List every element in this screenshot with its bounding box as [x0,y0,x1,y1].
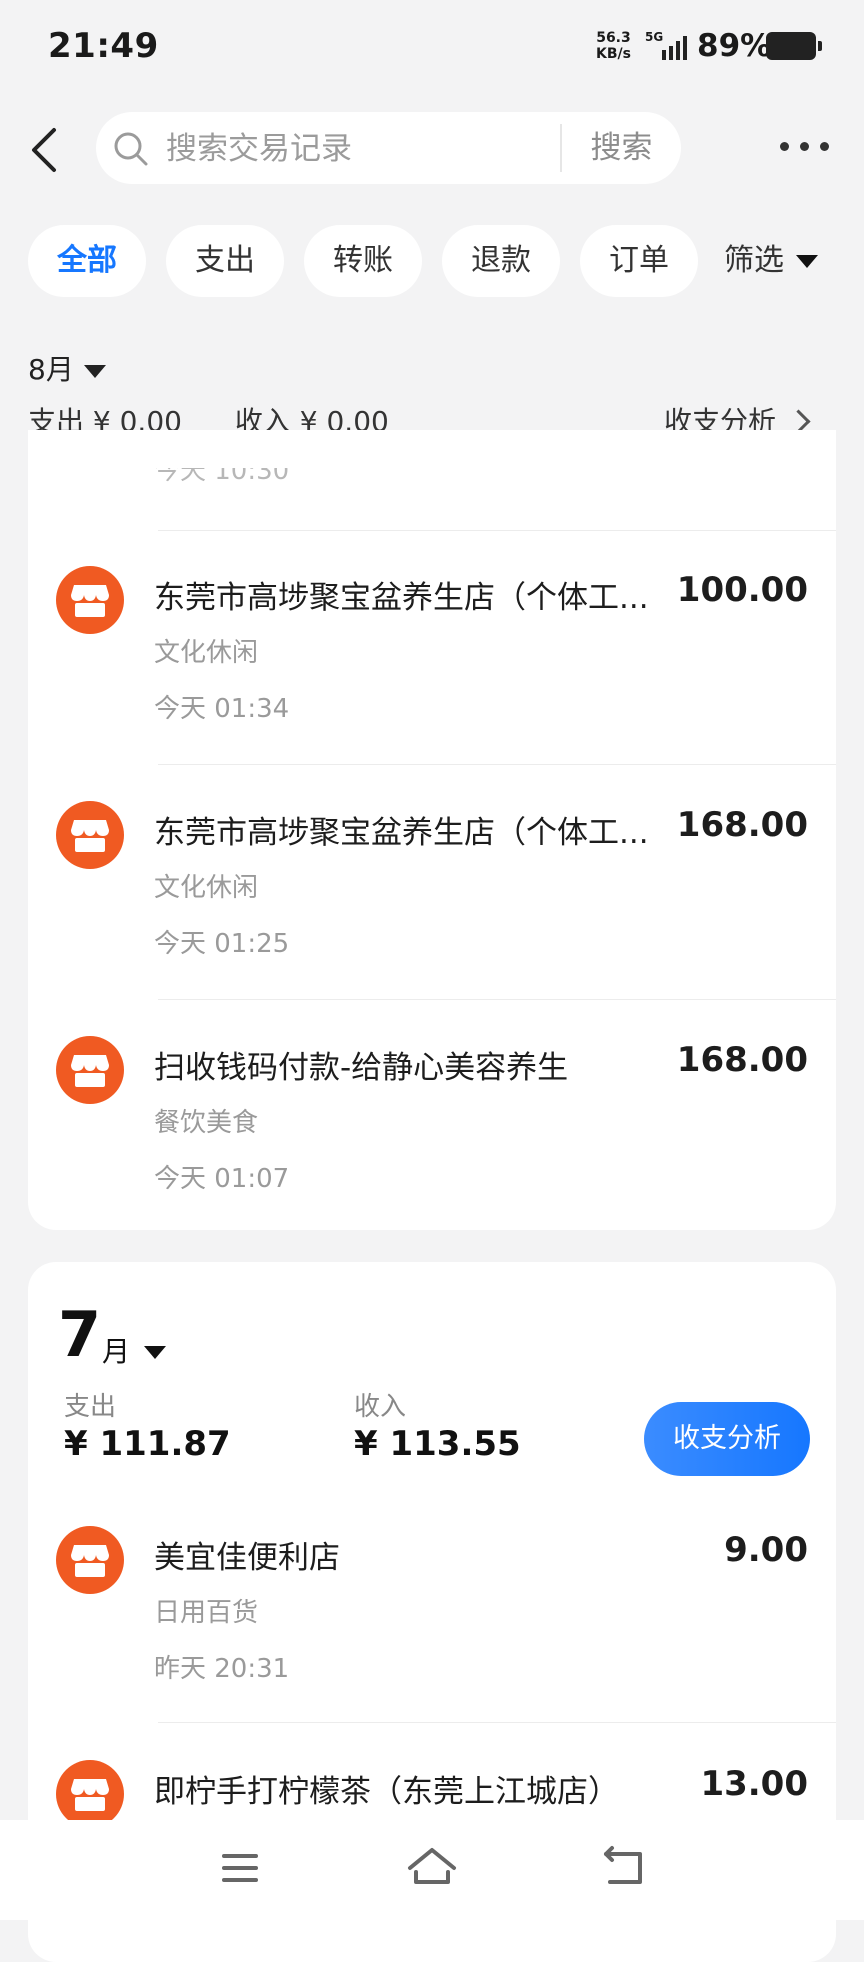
tab-expense[interactable]: 支出 [166,225,284,297]
battery-icon [766,32,822,60]
menu-button[interactable] [208,1838,272,1898]
transaction-amount: 168.00 [676,1040,808,1080]
store-icon [56,1036,124,1104]
transaction-category: 文化休闲 [154,873,259,903]
transaction-time: 今天 01:34 [154,694,290,724]
status-time: 21:49 [48,26,159,66]
search-button[interactable]: 搜索 [562,112,681,184]
transaction-category: 文化休闲 [154,638,259,668]
month-number[interactable]: 7 [58,1298,101,1371]
battery-percent: 89% [697,28,772,64]
transaction-category: 日用百货 [154,1598,259,1628]
filter-button[interactable]: 筛选 [724,225,818,297]
tab-refund[interactable]: 退款 [442,225,560,297]
transaction-category: 餐饮美食 [154,1108,259,1138]
network-speed-unit: KB/s [596,46,631,62]
store-icon [56,1526,124,1594]
home-icon [408,1848,456,1884]
expense-label: 支出 [64,1392,117,1422]
transaction-amount: 13.00 [700,1764,808,1804]
transaction-row[interactable]: 东莞市高埗聚宝盆养生店（个体工... 100.00 文化休闲 今天 01:34 [28,530,836,762]
caret-down-icon [796,255,818,268]
income-value: ¥ 113.55 [354,1424,521,1464]
status-bar: 21:49 56.3 KB/s 5G 89% [0,0,864,96]
home-button[interactable] [400,1838,464,1898]
transaction-amount: 168.00 [676,805,808,845]
transaction-amount: 100.00 [676,570,808,610]
month-selector-august[interactable]: 8月 [28,348,106,388]
menu-icon [222,1854,258,1882]
search-bar: 搜索 [96,112,681,184]
filter-label: 筛选 [724,243,784,278]
back-button[interactable] [24,120,68,180]
transaction-row[interactable]: 扫收钱码付款-给静心美容养生 168.00 餐饮美食 今天 01:07 [28,1000,836,1230]
analysis-button-july[interactable]: 收支分析 [644,1402,810,1476]
chevron-left-icon [32,128,56,172]
expense-value: ¥ 111.87 [64,1424,231,1464]
signal-icon [662,36,687,60]
system-nav-bar [0,1820,864,1920]
transaction-time: 今天 01:07 [154,1164,290,1194]
search-icon [114,132,148,166]
transaction-row[interactable]: 东莞市高埗聚宝盆养生店（个体工... 168.00 文化休闲 今天 01:25 [28,765,836,999]
transaction-row[interactable]: 美宜佳便利店 9.00 日用百货 昨天 20:31 [28,1490,836,1722]
transaction-time: 今天 01:25 [154,929,290,959]
store-icon [56,566,124,634]
back-nav-button[interactable] [592,1838,656,1898]
month-unit[interactable]: 月 [102,1330,130,1370]
network-speed-value: 56.3 [596,30,631,46]
back-arrow-icon [604,1846,642,1884]
caret-down-icon [144,1346,166,1359]
caret-down-icon [83,364,106,378]
transaction-row[interactable]: 即柠手打柠檬茶（东莞上江城店） 13.00 [28,1724,836,1820]
income-label: 收入 [354,1392,407,1422]
network-type: 5G [645,30,664,44]
network-speed: 56.3 KB/s [596,30,631,62]
tab-transfer[interactable]: 转账 [304,225,422,297]
tab-all[interactable]: 全部 [28,225,146,297]
transaction-amount: 9.00 [724,1530,808,1570]
month-selector-july[interactable] [144,1342,166,1361]
tab-orders[interactable]: 订单 [580,225,698,297]
divider [158,1722,836,1723]
transaction-time: 昨天 20:31 [154,1654,290,1684]
store-icon [56,801,124,869]
month-label: 8月 [28,353,74,386]
store-icon [56,1760,124,1820]
more-button[interactable] [776,130,836,166]
